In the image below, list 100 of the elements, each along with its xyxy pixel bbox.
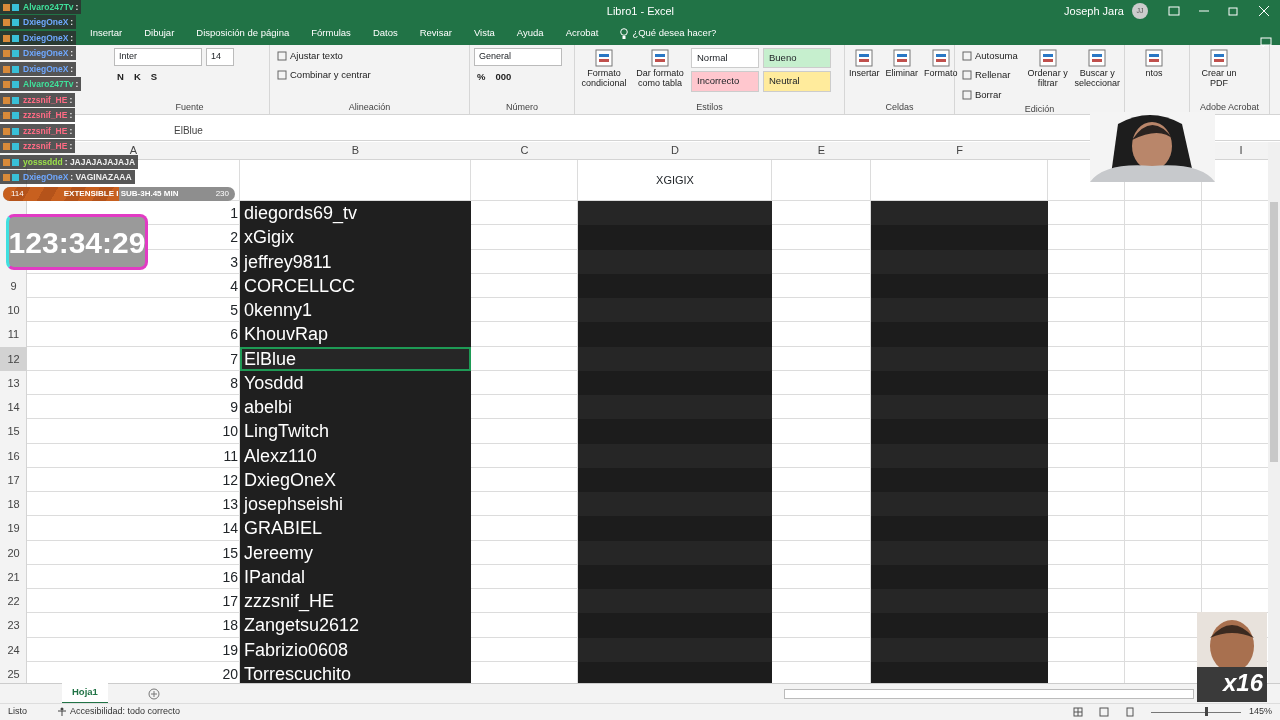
table-cell[interactable]: josephseishi xyxy=(240,492,471,517)
row-header[interactable]: 19 xyxy=(0,516,27,541)
chat-username: zzzsnif_HE xyxy=(23,108,68,122)
ribbon-tab[interactable]: Acrobat xyxy=(565,26,599,41)
row-header[interactable]: 9 xyxy=(0,273,27,298)
badge-icon xyxy=(3,64,21,74)
zoom-level[interactable]: 145% xyxy=(1248,705,1272,719)
row-header[interactable]: 10 xyxy=(0,298,27,323)
table-cell[interactable]: GRABIEL xyxy=(240,516,471,541)
ribbon-button[interactable]: Borrar xyxy=(959,86,1005,103)
row-header[interactable]: 16 xyxy=(0,443,27,468)
column-header[interactable]: D xyxy=(671,144,679,156)
ribbon-button[interactable]: Crear un PDF xyxy=(1194,48,1244,89)
ribbon-button[interactable]: Ajustar texto xyxy=(274,48,346,65)
table-cell[interactable]: Alexz110 xyxy=(240,443,471,468)
ribbon-tab[interactable]: Revisar xyxy=(419,26,452,41)
column-header[interactable]: A xyxy=(129,144,138,156)
column-header[interactable]: E xyxy=(817,144,826,156)
ribbon-button[interactable]: Insertar xyxy=(849,48,880,79)
dropdown-field[interactable]: 14 xyxy=(206,48,234,66)
page-break-icon xyxy=(1124,707,1135,717)
table-cell[interactable]: Yosddd xyxy=(240,370,471,395)
row-header[interactable]: 17 xyxy=(0,467,27,492)
row-header[interactable]: 18 xyxy=(0,492,27,517)
column-header[interactable]: C xyxy=(520,144,529,156)
command-icon xyxy=(277,51,287,62)
cell-style[interactable]: Normal xyxy=(691,48,759,69)
ribbon-button[interactable]: Eliminar xyxy=(885,48,919,79)
ribbon-button[interactable]: Dar formato como tabla xyxy=(635,48,685,89)
table-cell[interactable]: zzzsnif_HE xyxy=(240,589,471,614)
column-header[interactable]: I xyxy=(1239,144,1243,156)
ribbon-tab[interactable]: Datos xyxy=(372,26,398,41)
table-cell[interactable]: ElBlue xyxy=(240,346,471,371)
command-icon xyxy=(650,48,670,68)
dropdown-field[interactable]: Inter xyxy=(114,48,202,66)
row-header[interactable]: 23 xyxy=(0,613,27,638)
row-header[interactable]: 24 xyxy=(0,637,27,662)
format-button[interactable]: % xyxy=(474,68,489,85)
ribbon-button[interactable]: Autosuma xyxy=(959,48,1021,65)
table-cell[interactable]: Jereemy xyxy=(240,540,471,565)
format-button[interactable]: K xyxy=(130,68,144,85)
cell-style[interactable]: Bueno xyxy=(763,48,831,69)
row-header[interactable]: 22 xyxy=(0,589,27,614)
chat-username: yosssddd xyxy=(23,155,63,169)
tell-me-search[interactable]: ¿Qué desea hacer? xyxy=(620,26,717,41)
group-label: Edición xyxy=(1024,102,1055,116)
ribbon-button[interactable]: Ordenar y filtrar xyxy=(1026,48,1069,89)
format-button[interactable]: S xyxy=(147,68,161,85)
vertical-scrollbar[interactable] xyxy=(1268,142,1280,683)
command-icon xyxy=(962,70,972,81)
row-header[interactable]: 15 xyxy=(0,419,27,444)
ribbon-tab[interactable]: Insertar xyxy=(90,26,123,41)
group-label: Alineación xyxy=(348,101,391,114)
row-header[interactable]: 20 xyxy=(0,540,27,565)
ribbon-tab[interactable]: Vista xyxy=(473,26,495,41)
table-cell[interactable]: IPandal xyxy=(240,564,471,589)
dropdown-field[interactable]: General xyxy=(474,48,562,66)
table-cell[interactable]: KhouvRap xyxy=(240,322,471,347)
chat-username: Alvaro247Tv xyxy=(23,0,74,14)
ribbon-button[interactable]: Formato condicional xyxy=(579,48,629,89)
table-cell[interactable]: Fabrizio0608 xyxy=(240,637,471,662)
horizontal-scrollbar[interactable] xyxy=(783,688,1194,699)
table-cell[interactable]: DxiegOneX xyxy=(240,467,471,492)
ribbon-button[interactable]: Formato xyxy=(924,48,958,79)
format-button[interactable]: 000 xyxy=(492,68,515,85)
table-cell[interactable]: 0kenny1 xyxy=(240,298,471,323)
row-header[interactable]: 25 xyxy=(0,661,27,683)
ribbon-tab[interactable]: Ayuda xyxy=(516,26,544,41)
row-header[interactable]: 11 xyxy=(0,322,27,347)
command-icon xyxy=(854,48,875,68)
group-label: Adobe Acrobat xyxy=(1199,101,1259,114)
ribbon-tab[interactable]: Dibujar xyxy=(144,26,175,41)
ribbon-button[interactable]: Combinar y centrar xyxy=(274,67,374,84)
ribbon-tab[interactable]: Disposición de página xyxy=(196,26,290,41)
ribbon-tab[interactable]: Fórmulas xyxy=(311,26,351,41)
table-cell[interactable]: Zangetsu2612 xyxy=(240,613,471,638)
row-header[interactable]: 21 xyxy=(0,564,27,589)
row-header[interactable]: 12 xyxy=(0,346,27,371)
row-header[interactable]: 13 xyxy=(0,370,27,395)
table-cell[interactable]: xGigix xyxy=(240,225,471,250)
formula-field[interactable]: ElBlue xyxy=(174,123,203,138)
table-cell[interactable]: abelbi xyxy=(240,395,471,420)
zoom-slider-thumb[interactable] xyxy=(1204,706,1208,716)
cell-style[interactable]: Incorrecto xyxy=(691,71,759,92)
command-icon xyxy=(1209,48,1229,68)
row-header[interactable]: 14 xyxy=(0,395,27,420)
column-header[interactable]: B xyxy=(351,144,360,156)
table-cell[interactable]: diegords69_tv xyxy=(240,201,471,226)
ribbon-button[interactable]: Buscar y seleccionar xyxy=(1074,48,1120,89)
ribbon-button[interactable]: Rellenar xyxy=(959,67,1014,84)
table-cell[interactable]: CORCELLCC xyxy=(240,273,471,298)
ribbon-button[interactable]: ntos xyxy=(1129,48,1179,79)
table-cell[interactable]: jeffrey9811 xyxy=(240,249,471,274)
column-header[interactable]: F xyxy=(956,144,963,156)
cell-style[interactable]: Neutral xyxy=(763,71,831,92)
chat-message: : xyxy=(69,108,73,122)
table-cell[interactable]: LingTwitch xyxy=(240,419,471,444)
table-cell[interactable]: Torrescuchito xyxy=(240,661,471,683)
format-button[interactable]: N xyxy=(114,68,127,85)
sheet-tab[interactable]: Hoja1 xyxy=(62,683,108,704)
